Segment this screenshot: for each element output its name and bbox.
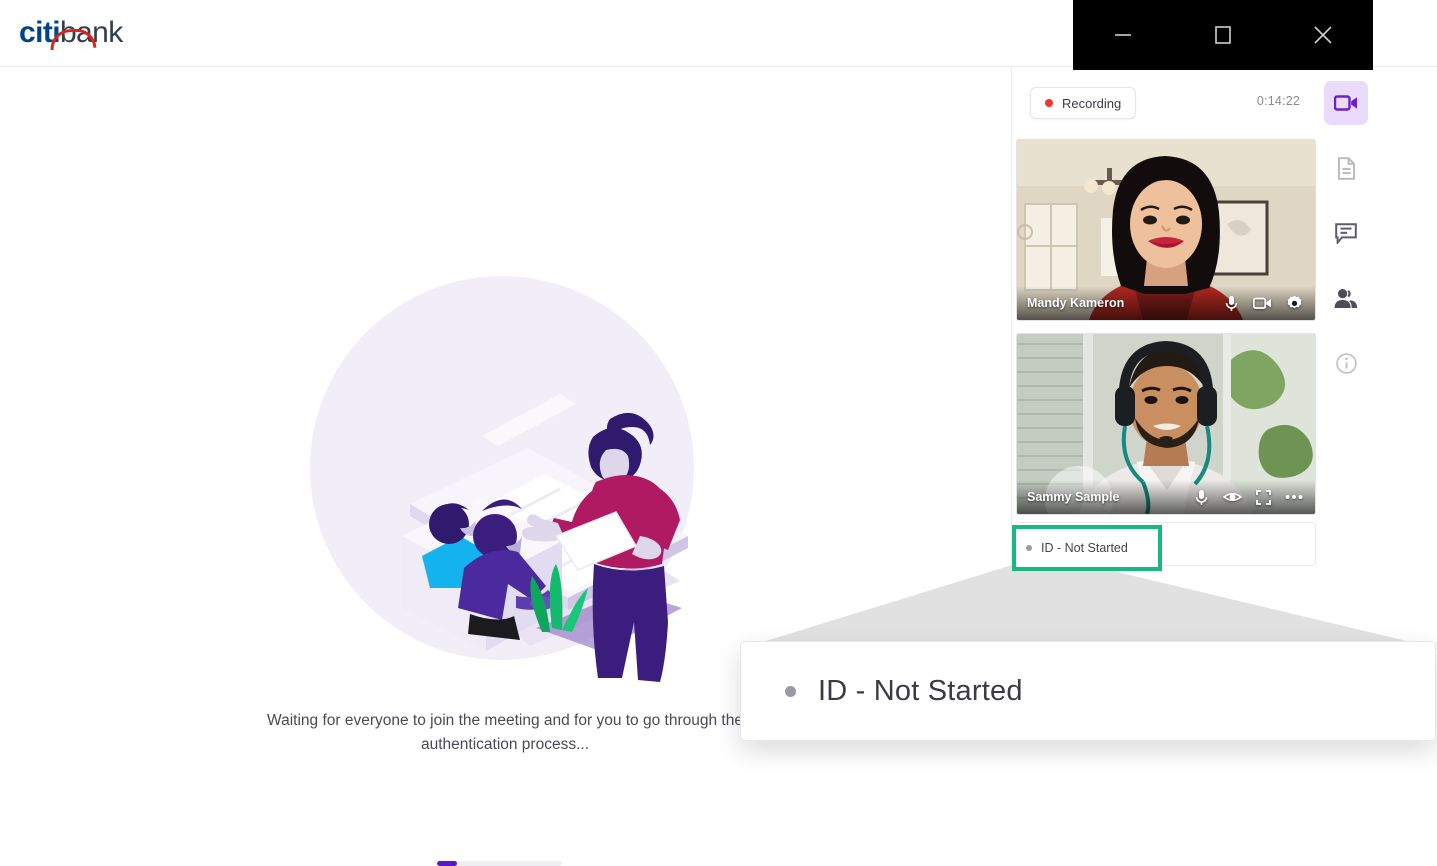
- recording-label: Recording: [1062, 95, 1122, 111]
- eye-icon[interactable]: [1223, 490, 1242, 504]
- tile-control-bar-1: Mandy Kameron: [1017, 286, 1315, 320]
- video-tile-mandy-kameron[interactable]: Mandy Kameron: [1016, 139, 1316, 321]
- citibank-logo[interactable]: citibank: [19, 16, 123, 51]
- camera-icon[interactable]: [1253, 296, 1272, 310]
- document-icon: [1337, 156, 1355, 180]
- maximize-button[interactable]: [1173, 0, 1273, 70]
- meeting-illustration: [310, 236, 700, 686]
- recording-badge[interactable]: Recording: [1030, 87, 1137, 119]
- callout-label: ID - Not Started: [818, 674, 1023, 707]
- fullscreen-icon[interactable]: [1256, 489, 1271, 505]
- loading-progress-bar: [437, 861, 562, 866]
- meeting-sidebar-rail: [1320, 67, 1372, 569]
- minimize-button[interactable]: [1073, 0, 1173, 70]
- waiting-message: Waiting for everyone to join the meeting…: [267, 712, 743, 753]
- video-camera-icon: [1334, 94, 1357, 111]
- more-options-icon[interactable]: [1285, 494, 1303, 500]
- participant-name-2: Sammy Sample: [1027, 490, 1120, 504]
- rail-item-document[interactable]: [1324, 146, 1368, 190]
- video-tile-sammy-sample[interactable]: Sammy Sample: [1016, 333, 1316, 515]
- meeting-panel: Recording 0:14:22 Mandy Kameron Sammy Sa…: [1012, 67, 1321, 569]
- info-icon: [1335, 352, 1357, 374]
- minimize-icon: [1115, 34, 1131, 36]
- callout-dot-icon: [785, 685, 796, 697]
- rail-item-people[interactable]: [1324, 276, 1368, 320]
- id-status-item[interactable]: ID - Not Started: [1014, 528, 1160, 568]
- microphone-icon[interactable]: [1194, 489, 1209, 506]
- close-icon: [1314, 26, 1332, 44]
- window-title-bar: [1073, 0, 1373, 70]
- microphone-icon[interactable]: [1224, 295, 1239, 312]
- recording-dot-icon: [1045, 99, 1053, 107]
- status-dot-icon: [1026, 545, 1032, 551]
- settings-gear-icon[interactable]: [1286, 295, 1303, 312]
- id-status-label: ID - Not Started: [1041, 541, 1128, 555]
- magnified-callout: ID - Not Started: [740, 641, 1436, 741]
- rail-item-info[interactable]: [1324, 341, 1368, 385]
- close-button[interactable]: [1273, 0, 1373, 70]
- recording-row: Recording 0:14:22: [1012, 67, 1320, 137]
- chat-icon: [1335, 222, 1357, 244]
- meeting-timer: 0:14:22: [1256, 94, 1300, 108]
- rail-item-video[interactable]: [1324, 81, 1368, 125]
- illustration-svg: [310, 276, 694, 682]
- participant-name-1: Mandy Kameron: [1027, 296, 1125, 310]
- people-icon: [1334, 288, 1358, 308]
- tile-control-bar-2: Sammy Sample: [1017, 480, 1315, 514]
- loading-progress-fill: [437, 861, 457, 866]
- maximize-icon: [1215, 26, 1231, 44]
- rail-item-chat[interactable]: [1324, 211, 1368, 255]
